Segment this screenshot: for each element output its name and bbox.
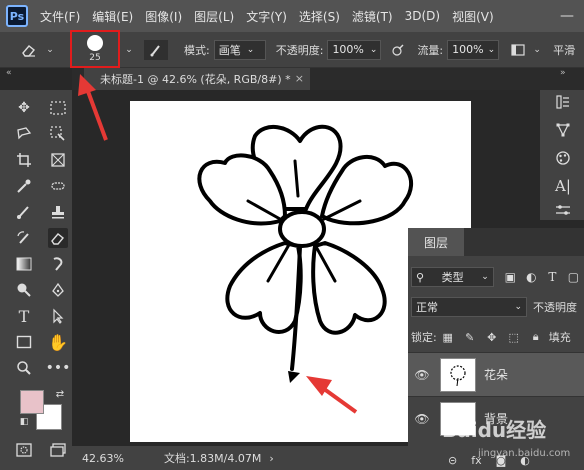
annotation-arrowhead [78, 74, 96, 96]
watermark-logo: Baidu经验 [442, 418, 547, 442]
annotation-overlay [78, 74, 358, 414]
watermark-url: jingyan.baidu.com [478, 448, 571, 459]
annotation-arrow [84, 85, 108, 141]
foreground-color-swatch[interactable] [20, 390, 44, 414]
